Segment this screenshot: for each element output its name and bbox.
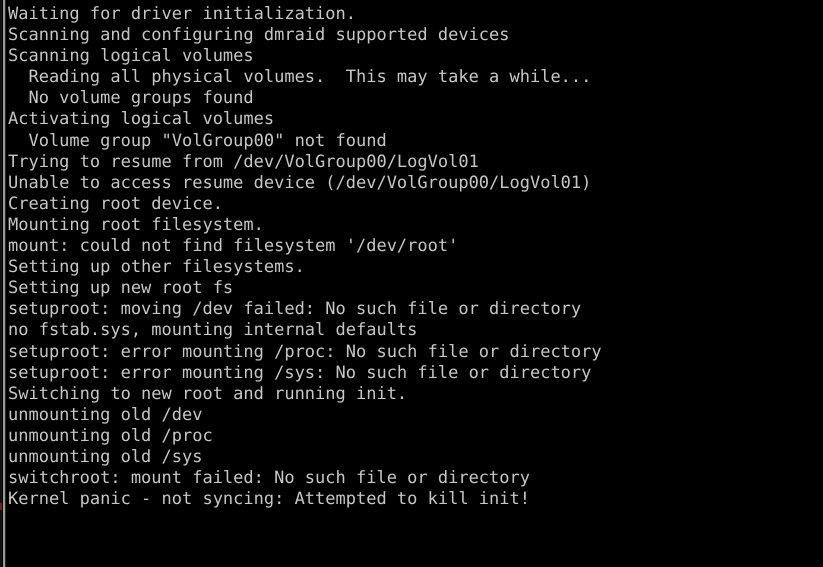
console-line: Creating root device. <box>8 193 223 214</box>
console-line: Switching to new root and running init. <box>8 383 408 404</box>
console-line: unmounting old /sys <box>8 446 203 467</box>
console-line: unmounting old /proc <box>8 425 213 446</box>
console-line: unmounting old /dev <box>8 404 203 425</box>
console-line: switchroot: mount failed: No such file o… <box>8 468 530 489</box>
console-line: Scanning and configuring dmraid supporte… <box>8 25 510 46</box>
window-left-border-inner-rule <box>5 0 6 567</box>
console-line: setuproot: moving /dev failed: No such f… <box>8 299 582 320</box>
console-output-text: Waiting for driver initialization. Scanni… <box>8 4 820 567</box>
console-line: Setting up new root fs <box>8 278 234 299</box>
console-line: Mounting root filesystem. <box>8 214 264 235</box>
console-line: Volume group "VolGroup00" not found <box>8 130 387 151</box>
console-line: Setting up other filesystems. <box>8 257 305 278</box>
screen-edge-artifact <box>0 503 2 510</box>
console-line: Reading all physical volumes. This may t… <box>8 67 592 88</box>
console-line: Unable to access resume device (/dev/Vol… <box>8 172 592 193</box>
console-line: Trying to resume from /dev/VolGroup00/Lo… <box>8 151 479 172</box>
console-line: Kernel panic - not syncing: Attempted to… <box>8 489 530 510</box>
window-left-gutter <box>0 0 2 567</box>
console-screen[interactable]: Waiting for driver initialization. Scanni… <box>0 0 823 567</box>
console-line: Activating logical volumes <box>8 109 275 130</box>
console-line: mount: could not find filesystem '/dev/r… <box>8 236 459 257</box>
console-line: Scanning logical volumes <box>8 46 254 67</box>
console-line: setuproot: error mounting /proc: No such… <box>8 341 602 362</box>
console-line: No volume groups found <box>8 88 254 109</box>
console-line: Waiting for driver initialization. <box>8 4 356 24</box>
console-line: setuproot: error mounting /sys: No such … <box>8 362 592 383</box>
console-line: no fstab.sys, mounting internal defaults <box>8 320 418 341</box>
